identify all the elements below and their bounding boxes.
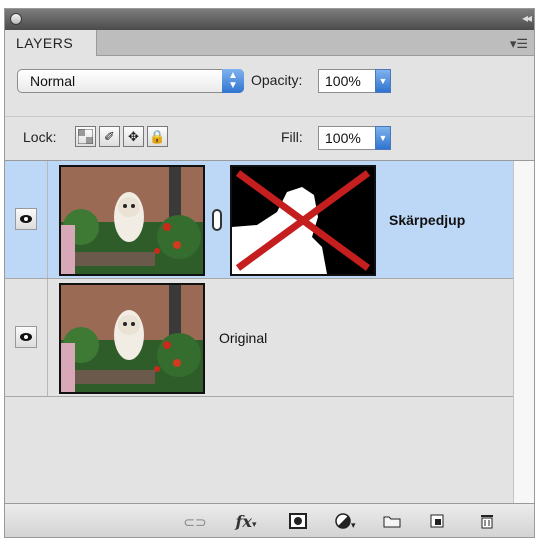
opacity-input[interactable]: 100% (318, 69, 376, 93)
add-mask-icon[interactable] (287, 513, 309, 531)
panel-titlebar: ◂◂ (5, 9, 534, 30)
layer-thumbnail[interactable] (59, 165, 205, 276)
fill-dropdown-button[interactable]: ▼ (375, 126, 391, 150)
fx-icon[interactable]: fx▾ (231, 513, 261, 531)
opacity-label: Opacity: (251, 72, 303, 88)
tab-layers[interactable]: LAYERS (5, 30, 97, 56)
blend-mode-select[interactable]: Normal ▲ ▼ (17, 69, 244, 93)
scrollbar[interactable] (513, 161, 534, 503)
layer-thumbnail[interactable] (59, 283, 205, 394)
lock-all-icon[interactable]: 🔒 (147, 126, 168, 147)
panel-menu-icon[interactable]: ▾☰ (510, 36, 528, 52)
layer-name[interactable]: Original (219, 330, 267, 346)
lock-row: Lock: ✐ ✥ 🔒 Fill: 100% ▼ (5, 116, 534, 161)
layer-mask-thumbnail[interactable] (230, 165, 376, 276)
trash-icon[interactable] (477, 513, 497, 531)
link-layers-icon[interactable]: ⊂⊃ (180, 513, 210, 531)
layer-list: Skärpedjup Original (5, 161, 513, 503)
adjustment-layer-icon[interactable]: ▾ (333, 513, 359, 531)
new-group-icon[interactable] (381, 513, 403, 531)
owl-photo-thumbnail (61, 167, 203, 274)
fill-input[interactable]: 100% (318, 126, 376, 150)
lock-transparency-icon[interactable] (75, 126, 96, 147)
chevron-updown-icon: ▲ ▼ (222, 69, 244, 93)
layers-panel: ◂◂ LAYERS ▾☰ Normal ▲ ▼ Opacity: 100% ▼ L… (4, 8, 535, 538)
owl-photo-thumbnail (61, 285, 203, 392)
eye-icon[interactable] (15, 208, 37, 230)
svg-text:▾: ▾ (351, 520, 356, 529)
layer-row-skarpedjup[interactable]: Skärpedjup (5, 161, 513, 279)
layer-name[interactable]: Skärpedjup (389, 212, 465, 228)
blend-mode-value: Normal (30, 73, 76, 89)
lock-image-icon[interactable]: ✐ (99, 126, 120, 147)
options-row: Normal ▲ ▼ Opacity: 100% ▼ (5, 56, 534, 116)
panel-footer: ⊂⊃ fx▾ ▾ (5, 503, 534, 537)
fill-label: Fill: (281, 129, 303, 145)
opacity-dropdown-button[interactable]: ▼ (375, 69, 391, 93)
checker-icon (77, 128, 94, 145)
eye-icon[interactable] (15, 326, 37, 348)
close-icon[interactable] (10, 13, 22, 25)
chain-link-icon[interactable] (212, 209, 222, 231)
lock-label: Lock: (23, 129, 57, 145)
lock-position-icon[interactable]: ✥ (123, 126, 144, 147)
mask-image (232, 167, 374, 274)
layer-row-original[interactable]: Original (5, 279, 513, 397)
double-chevron-right-icon[interactable]: ◂◂ (522, 11, 532, 25)
tab-bar: LAYERS ▾☰ (5, 30, 534, 56)
new-layer-icon[interactable] (427, 513, 447, 531)
